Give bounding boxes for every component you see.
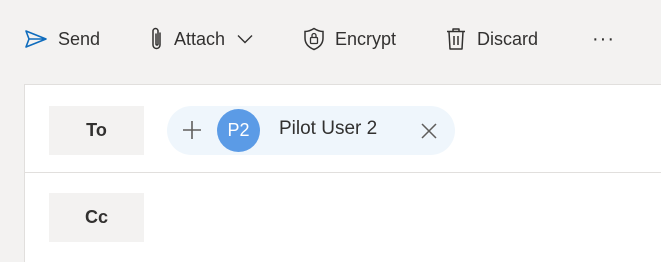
recipient-chip[interactable]: P2 Pilot User 2: [167, 106, 455, 155]
chevron-down-icon[interactable]: [237, 34, 253, 44]
trash-icon: [445, 27, 467, 51]
to-row: To P2 Pilot User 2: [25, 85, 661, 173]
send-button[interactable]: Send: [24, 22, 100, 56]
shield-lock-icon: [303, 27, 325, 51]
more-label: ···: [592, 27, 615, 50]
cc-button[interactable]: Cc: [49, 193, 144, 242]
compose-toolbar: Send Attach Encrypt Discard ···: [0, 0, 661, 78]
avatar: P2: [217, 109, 260, 152]
more-options-button[interactable]: ···: [592, 22, 615, 56]
encrypt-label: Encrypt: [335, 28, 397, 49]
cc-row: Cc: [25, 173, 661, 261]
discard-label: Discard: [477, 28, 539, 49]
attach-label: Attach: [174, 28, 226, 49]
close-icon[interactable]: [419, 121, 439, 141]
encrypt-button[interactable]: Encrypt: [303, 22, 396, 56]
discard-button[interactable]: Discard: [445, 22, 538, 56]
recipient-name: Pilot User 2: [279, 118, 378, 139]
attach-button[interactable]: Attach: [150, 22, 253, 56]
send-icon: [24, 29, 48, 49]
send-label: Send: [58, 28, 101, 49]
to-button[interactable]: To: [49, 106, 144, 155]
plus-icon[interactable]: [181, 119, 203, 141]
compose-header: To P2 Pilot User 2 Cc: [24, 84, 661, 262]
paperclip-icon: [150, 26, 164, 52]
